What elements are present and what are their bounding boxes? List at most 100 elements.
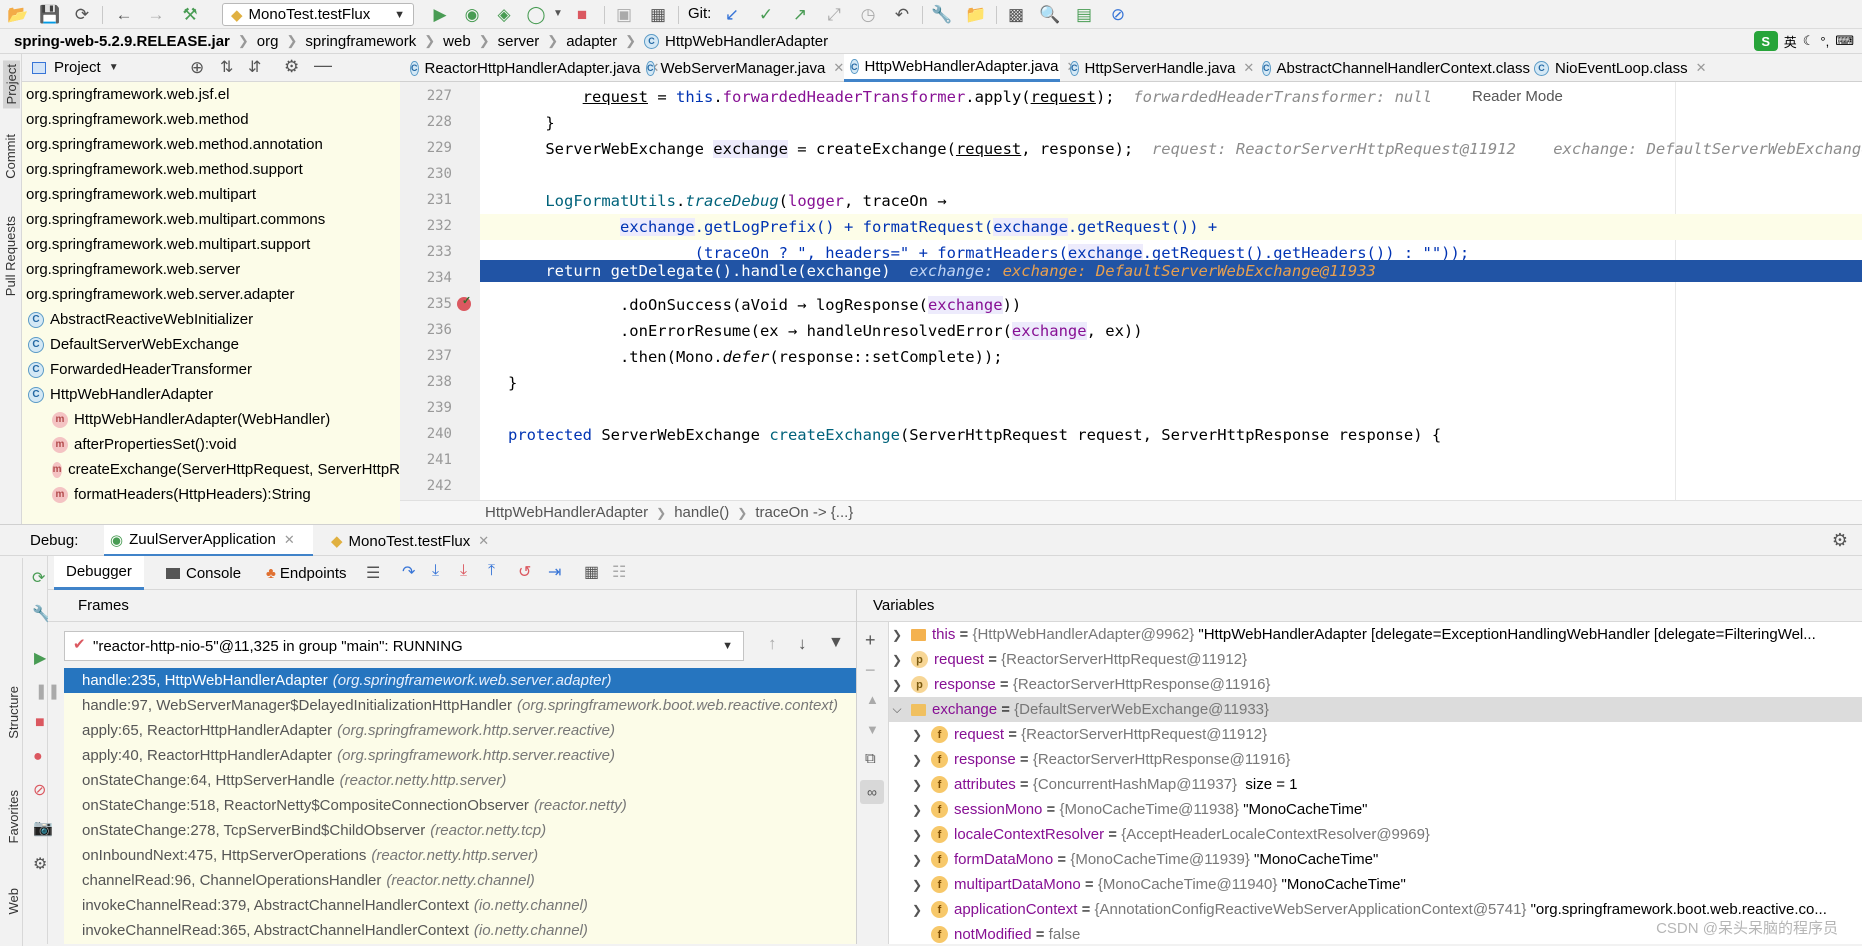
tree-item-package[interactable]: org.springframework.web.server.adapter (22, 282, 400, 307)
previous-frame-icon[interactable]: ↑ (768, 634, 777, 654)
breadcrumb-server[interactable]: server (498, 33, 540, 50)
search-icon[interactable]: 🔍 (1039, 4, 1060, 24)
breadcrumb-springframework[interactable]: springframework (305, 33, 416, 50)
variable-row-selected[interactable]: ⌵ exchange = {DefaultServerWebExchange@1… (889, 697, 1862, 722)
expand-all-icon[interactable]: ⇅ (220, 57, 233, 77)
variable-row[interactable]: ❯ f multipartDataMono = {MonoCacheTime@1… (889, 872, 1862, 897)
close-icon[interactable]: ✕ (478, 533, 489, 549)
mute-breakpoints-icon[interactable]: ⊘ (33, 780, 46, 800)
services-icon[interactable]: ▦ (648, 4, 668, 24)
build-hammer-icon[interactable]: ⚒ (180, 4, 200, 24)
variable-row[interactable]: ❯ f attributes = {ConcurrentHashMap@1193… (889, 772, 1862, 797)
drop-frame-icon[interactable]: ↺ (518, 562, 531, 582)
git-history-icon[interactable]: ◷ (858, 4, 878, 24)
chevron-right-icon[interactable]: ❯ (909, 753, 925, 767)
reader-mode-button[interactable]: Reader Mode (1472, 88, 1563, 105)
run-to-cursor-icon[interactable]: ⇥ (548, 562, 561, 582)
variable-row[interactable]: ❯ p response = {ReactorServerHttpRespons… (889, 672, 1862, 697)
ime-language-label[interactable]: 英 (1784, 32, 1797, 51)
run-configuration-select[interactable]: ◆ MonoTest.testFlux ▼ (222, 3, 414, 26)
run-anything-icon[interactable]: ▩ (1006, 4, 1026, 24)
pull-requests-tool-tab[interactable]: Pull Requests (3, 216, 18, 296)
settings-wrench-icon[interactable]: 🔧 (931, 4, 952, 24)
editor-tab[interactable]: C NioEventLoop.class ✕ (1528, 54, 1728, 82)
code-editor[interactable]: 227 228 229 230 231 232 233 234 235 236 … (400, 82, 1862, 500)
breadcrumb-jar[interactable]: spring-web-5.2.9.RELEASE.jar (14, 33, 230, 50)
variable-row[interactable]: ❯ f formDataMono = {MonoCacheTime@11939}… (889, 847, 1862, 872)
chevron-right-icon[interactable]: ❯ (909, 903, 925, 917)
tree-item-package[interactable]: org.springframework.web.method (22, 107, 400, 132)
tab-debugger[interactable]: Debugger (54, 556, 144, 590)
gear-icon[interactable]: ⚙ (33, 854, 47, 874)
editor-tab[interactable]: CAbstractChannelHandlerContext.class✕ (1256, 54, 1549, 82)
tree-item-package[interactable]: org.springframework.web.method.annotatio… (22, 132, 400, 157)
step-over-icon[interactable]: ↷ (402, 562, 415, 582)
attach-debugger-icon[interactable]: ▣ (614, 4, 634, 24)
git-push-icon[interactable]: ↗ (790, 4, 810, 24)
crumb-class[interactable]: HttpWebHandlerAdapter (485, 504, 648, 521)
favorites-tool-tab[interactable]: Favorites (6, 790, 21, 843)
locate-icon[interactable]: ⊕ (190, 58, 204, 78)
debug-session-tab[interactable]: ◆ MonoTest.testFlux ✕ (325, 525, 495, 557)
editor-tab[interactable]: C WebServerManager.java ✕ (640, 54, 844, 82)
close-icon[interactable]: ✕ (1243, 60, 1254, 76)
view-breakpoints-icon[interactable]: ● (33, 748, 43, 766)
frame-row[interactable]: invokeChannelRead:379, AbstractChannelHa… (64, 893, 856, 918)
variable-row[interactable]: ❯ p request = {ReactorServerHttpRequest@… (889, 647, 1862, 672)
resume-icon[interactable]: ▶ (34, 648, 46, 668)
chevron-right-icon[interactable]: ❯ (889, 628, 905, 642)
breadcrumb-org[interactable]: org (257, 33, 279, 50)
web-tool-tab[interactable]: Web (6, 888, 21, 915)
breadcrumb-web[interactable]: web (443, 33, 471, 50)
debug-icon[interactable]: ◉ (462, 4, 482, 24)
moon-icon[interactable]: ☾ (1803, 33, 1815, 49)
tab-console[interactable]: Console (166, 556, 241, 590)
tree-item-method[interactable]: m formatHeaders(HttpHeaders):String (22, 482, 400, 507)
close-icon[interactable]: ✕ (833, 60, 844, 76)
thread-selector[interactable]: ✔ "reactor-http-nio-5"@11,325 in group "… (64, 631, 744, 661)
force-step-into-icon[interactable]: ⤓ (460, 562, 467, 580)
frame-row[interactable]: apply:40, ReactorHttpHandlerAdapter (org.… (64, 743, 856, 768)
evaluate-expression-icon[interactable]: ▦ (584, 562, 599, 582)
variable-row[interactable]: ❯ this = {HttpWebHandlerAdapter@9962} "H… (889, 622, 1862, 647)
tree-item-package[interactable]: org.springframework.web.jsf.el (22, 82, 400, 107)
glasses-icon[interactable]: ∞ (860, 780, 884, 804)
punctuation-icon[interactable]: °, (1820, 34, 1829, 49)
close-icon[interactable]: ✕ (1696, 60, 1707, 76)
tree-item-class[interactable]: C ForwardedHeaderTransformer (22, 357, 400, 382)
frame-row[interactable]: handle:235, HttpWebHandlerAdapter (org.sp… (64, 668, 856, 693)
chevron-right-icon[interactable]: ❯ (889, 678, 905, 692)
move-up-icon[interactable]: ▲ (866, 692, 879, 707)
tree-item-method[interactable]: m HttpWebHandlerAdapter(WebHandler) (22, 407, 400, 432)
tree-item-class[interactable]: C HttpWebHandlerAdapter (22, 382, 400, 407)
project-tool-tab[interactable]: Project (3, 60, 20, 109)
chevron-down-icon[interactable]: ▼ (109, 62, 119, 73)
git-rollback-icon[interactable]: ↶ (892, 4, 912, 24)
crumb-method[interactable]: handle() (674, 504, 729, 521)
editor-tab[interactable]: C HttpServerHandle.java ✕ (1064, 54, 1254, 82)
project-structure-icon[interactable]: 📁 (965, 4, 986, 24)
variable-row[interactable]: ❯ f localeContextResolver = {AcceptHeade… (889, 822, 1862, 847)
pause-icon[interactable]: ❚❚ (35, 682, 60, 700)
run-icon[interactable]: ▶ (430, 4, 450, 24)
close-icon[interactable]: ✕ (284, 532, 295, 548)
coverage-icon[interactable]: ◈ (494, 4, 514, 24)
profiler-icon[interactable]: ▤ (1074, 4, 1094, 24)
power-save-icon[interactable]: ⊘ (1108, 4, 1128, 24)
frame-row[interactable]: onStateChange:64, HttpServerHandle (react… (64, 768, 856, 793)
camera-icon[interactable]: 📷 (33, 818, 53, 838)
filter-icon[interactable]: ▼ (828, 634, 844, 652)
tree-item-method[interactable]: m afterPropertiesSet():void (22, 432, 400, 457)
chevron-right-icon[interactable]: ❯ (909, 853, 925, 867)
project-panel-title[interactable]: Project (54, 59, 101, 76)
next-frame-icon[interactable]: ↓ (798, 634, 807, 654)
chevron-right-icon[interactable]: ❯ (889, 653, 905, 667)
git-commit-icon[interactable]: ✓ (756, 4, 776, 24)
frame-row[interactable]: onStateChange:278, TcpServerBind$ChildOb… (64, 818, 856, 843)
tree-item-class[interactable]: C AbstractReactiveWebInitializer (22, 307, 400, 332)
frame-row[interactable]: invokeChannelRead:365, AbstractChannelHa… (64, 918, 856, 943)
profile-dropdown-icon[interactable]: ▼ (548, 4, 568, 24)
frame-row[interactable]: onStateChange:518, ReactorNetty$Composit… (64, 793, 856, 818)
chevron-right-icon[interactable]: ❯ (909, 728, 925, 742)
tree-item-package[interactable]: org.springframework.web.method.support (22, 157, 400, 182)
